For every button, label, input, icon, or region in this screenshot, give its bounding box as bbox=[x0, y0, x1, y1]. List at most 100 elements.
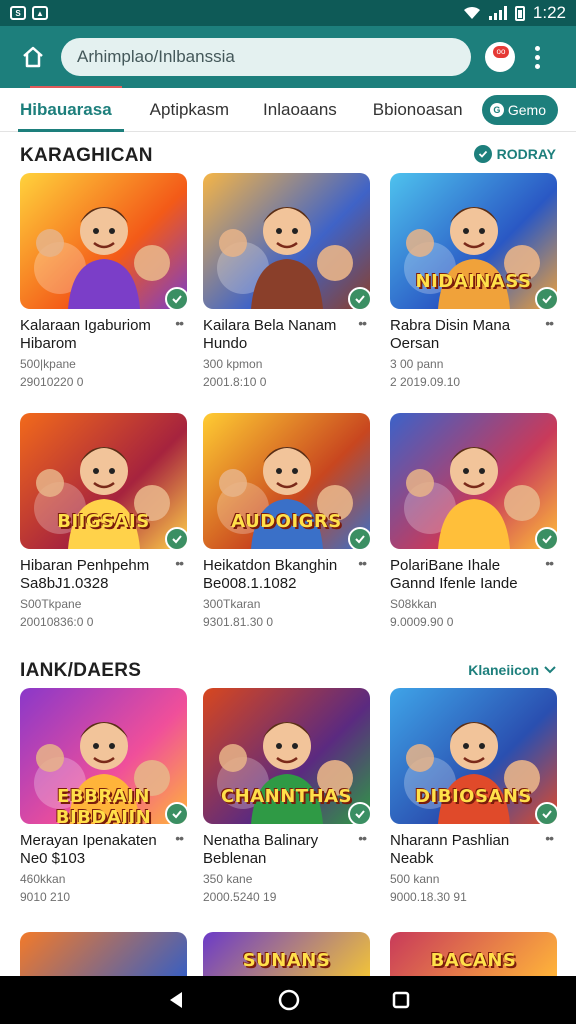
section-action-1[interactable]: RODRAY bbox=[473, 145, 556, 163]
card-meta-meta1: 300Tkaran bbox=[203, 597, 261, 611]
card-artwork-title: BIIGSAIS bbox=[57, 511, 150, 532]
card-menu-button[interactable]: •• bbox=[175, 555, 184, 571]
card-artwork bbox=[404, 447, 540, 549]
card-menu-button[interactable]: •• bbox=[358, 830, 367, 846]
game-card[interactable]: •• Kalaraan Igaburiom Hibarom 500|kpane 290… bbox=[20, 173, 187, 391]
card-artwork-title: EBBRAIN BIBDAIIN bbox=[55, 786, 152, 824]
game-card-partial[interactable]: SUNANS bbox=[203, 932, 370, 976]
card-meta-meta1: 3 00 pann bbox=[390, 357, 444, 371]
card-meta-meta1: 500 kann bbox=[390, 872, 440, 886]
url-text: Arhimplao/Inlbanssia bbox=[77, 47, 235, 66]
card-thumbnail[interactable] bbox=[390, 413, 557, 549]
games-chip-button[interactable]: G Gemo bbox=[481, 95, 558, 125]
card-artwork bbox=[217, 207, 353, 309]
app-bar: Arhimplao/Inlbanssia oo bbox=[0, 26, 576, 88]
tab-hibauarasa[interactable]: Hibauarasa bbox=[18, 88, 124, 132]
card-menu-button[interactable]: •• bbox=[545, 830, 554, 846]
card-title: Nharann Pashlian Neabk bbox=[390, 832, 510, 867]
card-thumbnail[interactable]: NIDAINASS bbox=[390, 173, 557, 309]
card-meta-meta1: 460kkan bbox=[20, 872, 66, 886]
game-card[interactable]: •• PolariBane Ihale Gannd Ifenle Iande S08… bbox=[390, 413, 557, 631]
check-icon bbox=[473, 145, 492, 163]
game-card[interactable]: AUDOIGRS •• Heikatdon Bkanghin Be008.1.108… bbox=[203, 413, 370, 631]
signal-icon bbox=[488, 6, 507, 20]
card-menu-button[interactable]: •• bbox=[358, 315, 367, 331]
card-title: Kailara Bela Nanam Hundo bbox=[203, 317, 337, 352]
card-title: Kalaraan Igaburiom Hibarom bbox=[20, 317, 151, 352]
card-meta-meta2: 20010836:0 0 bbox=[20, 615, 94, 629]
system-nav-bar bbox=[0, 976, 576, 1024]
game-card[interactable]: CHANNTHAS •• Nenatha Balinary Beblenan 350 … bbox=[203, 688, 370, 906]
status-bar: S ▲ 1:22 bbox=[0, 0, 576, 26]
game-card[interactable]: DIBIOSANS •• Nharann Pashlian Neabk 500 kan… bbox=[390, 688, 557, 906]
game-card[interactable]: NIDAINASS •• Rabra Disin Mana Oersan 3 00 p… bbox=[390, 173, 557, 391]
back-icon[interactable] bbox=[166, 990, 186, 1010]
card-title: Rabra Disin Mana Oersan bbox=[390, 317, 511, 352]
home-button[interactable] bbox=[13, 37, 53, 77]
notification-badge: oo bbox=[493, 46, 509, 58]
card-thumbnail[interactable]: CHANNTHAS bbox=[203, 688, 370, 824]
game-card[interactable]: •• Kailara Bela Nanam Hundo 300 kpmon 2001.… bbox=[203, 173, 370, 391]
battery-icon bbox=[514, 5, 525, 21]
card-menu-button[interactable]: •• bbox=[175, 315, 184, 331]
games-icon: G bbox=[489, 103, 504, 117]
card-thumbnail[interactable]: BIIGSAIS bbox=[20, 413, 187, 549]
card-meta-meta1: 500|kpane bbox=[20, 357, 76, 371]
card-meta-meta2: 9.0009.90 0 bbox=[390, 615, 454, 629]
game-card-partial[interactable] bbox=[20, 932, 187, 976]
card-menu-button[interactable]: •• bbox=[545, 315, 554, 331]
image-notification-icon: ▲ bbox=[32, 6, 48, 20]
verified-check-icon bbox=[165, 287, 187, 309]
card-artwork-title: NIDAINASS bbox=[415, 271, 532, 292]
game-card[interactable]: BIIGSAIS •• Hibaran Penhpehm Sa8bJ1.0328 S0… bbox=[20, 413, 187, 631]
card-meta-meta1: S08kkan bbox=[390, 597, 437, 611]
card-title: Heikatdon Bkanghin Be008.1.1082 bbox=[203, 557, 338, 592]
card-title: Merayan Ipenakaten Ne0 $103 bbox=[20, 832, 157, 867]
tab-bbionoasan[interactable]: Bbionoasan bbox=[373, 88, 463, 132]
card-artwork-title: AUDOIGRS bbox=[231, 511, 342, 532]
more-options-button[interactable] bbox=[535, 45, 540, 69]
card-title: Hibaran Penhpehm Sa8bJ1.0328 bbox=[20, 557, 150, 592]
card-thumbnail[interactable] bbox=[20, 173, 187, 309]
card-artwork-title: DIBIOSANS bbox=[415, 786, 532, 807]
recents-icon[interactable] bbox=[392, 991, 410, 1009]
wifi-icon bbox=[463, 6, 480, 19]
card-thumbnail[interactable]: DIBIOSANS bbox=[390, 688, 557, 824]
tab-aptipkasm[interactable]: Aptipkasm bbox=[150, 88, 229, 132]
card-thumbnail[interactable]: EBBRAIN BIBDAIIN bbox=[20, 688, 187, 824]
card-meta-meta2: 2000.5240 19 bbox=[203, 890, 277, 904]
verified-check-icon bbox=[535, 287, 557, 309]
card-meta-meta1: 300 kpmon bbox=[203, 357, 263, 371]
notifications-button[interactable]: oo bbox=[485, 42, 515, 72]
card-thumbnail[interactable]: AUDOIGRS bbox=[203, 413, 370, 549]
section-action-2-label: Klaneiicon bbox=[468, 662, 539, 678]
section-title-1: KARAGHICAN bbox=[20, 145, 153, 166]
card-artwork-title: CHANNTHAS bbox=[220, 786, 353, 807]
card-meta-meta1: 350 kane bbox=[203, 872, 253, 886]
card-menu-button[interactable]: •• bbox=[175, 830, 184, 846]
verified-check-icon bbox=[348, 802, 370, 824]
card-menu-button[interactable]: •• bbox=[358, 555, 367, 571]
card-artwork-title: SUNANS bbox=[242, 950, 331, 971]
section-action-1-label: RODRAY bbox=[496, 146, 556, 162]
home-icon bbox=[23, 46, 43, 68]
card-meta-meta2: 9000.18.30 91 bbox=[390, 890, 467, 904]
game-card-partial[interactable]: BACANS bbox=[390, 932, 557, 976]
tab-inlaoaans[interactable]: Inlaoaans bbox=[263, 88, 337, 132]
card-meta-meta2: 2001.8:10 0 bbox=[203, 375, 267, 389]
card-artwork bbox=[34, 207, 170, 309]
card-meta-meta1: S00Tkpane bbox=[20, 597, 82, 611]
url-input[interactable]: Arhimplao/Inlbanssia bbox=[61, 38, 471, 76]
game-card[interactable]: EBBRAIN BIBDAIIN •• Merayan Ipenakaten Ne0… bbox=[20, 688, 187, 906]
verified-check-icon bbox=[348, 527, 370, 549]
card-title: PolariBane Ihale Gannd Ifenle Iande bbox=[390, 557, 518, 592]
verified-check-icon bbox=[348, 287, 370, 309]
card-meta-meta2: 9010 210 bbox=[20, 890, 71, 904]
chevron-down-icon bbox=[544, 666, 556, 674]
card-meta-meta2: 2 2019.09.10 bbox=[390, 375, 461, 389]
card-menu-button[interactable]: •• bbox=[545, 555, 554, 571]
section-action-2[interactable]: Klaneiicon bbox=[468, 662, 556, 678]
status-time: 1:22 bbox=[532, 3, 566, 22]
card-thumbnail[interactable] bbox=[203, 173, 370, 309]
home-circle-icon[interactable] bbox=[278, 989, 300, 1011]
